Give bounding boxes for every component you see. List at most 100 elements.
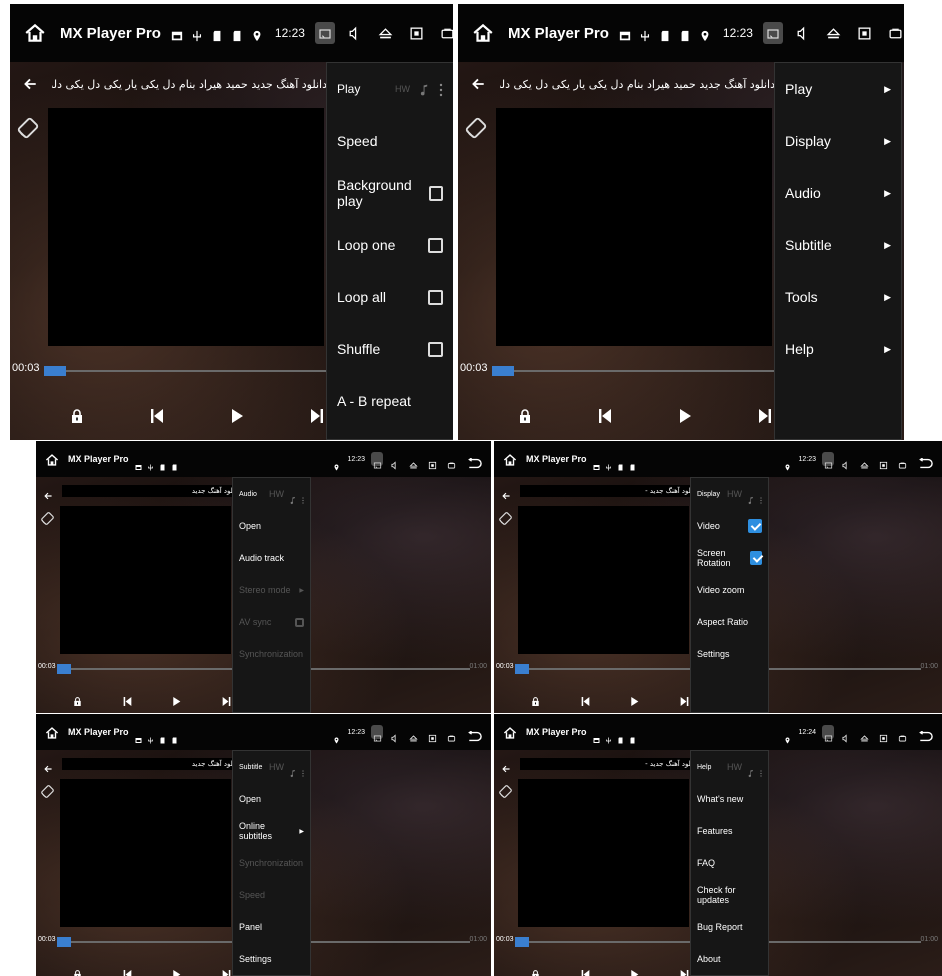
previous-button[interactable] bbox=[598, 407, 612, 425]
lock-button[interactable] bbox=[518, 407, 532, 425]
play-button[interactable] bbox=[230, 407, 244, 425]
home-icon[interactable] bbox=[503, 452, 517, 466]
menu-item-subtitle[interactable]: Subtitle ▶ bbox=[775, 219, 901, 271]
cast-button[interactable] bbox=[371, 452, 383, 468]
menu-item-screen-rotation[interactable]: Screen Rotation bbox=[691, 542, 768, 574]
previous-button[interactable] bbox=[581, 965, 590, 976]
volume-icon[interactable] bbox=[347, 26, 362, 41]
menu-item-about[interactable]: About bbox=[691, 943, 768, 975]
menu-item-video[interactable]: Video bbox=[691, 510, 768, 542]
eject-icon[interactable] bbox=[860, 728, 869, 741]
next-button[interactable] bbox=[222, 692, 231, 706]
screenshot-icon[interactable] bbox=[857, 26, 872, 41]
previous-button[interactable] bbox=[123, 965, 132, 976]
menu-item-loop-all[interactable]: Loop all bbox=[327, 271, 453, 323]
screenshot-icon[interactable] bbox=[409, 26, 424, 41]
back-arrow-icon[interactable] bbox=[501, 759, 511, 772]
rotate-button[interactable] bbox=[16, 116, 40, 140]
previous-button[interactable] bbox=[581, 692, 590, 706]
menu-item-checkbox[interactable] bbox=[749, 551, 762, 565]
back-arrow-icon[interactable] bbox=[43, 759, 53, 772]
more-options-icon[interactable] bbox=[302, 763, 304, 777]
back-arrow-icon[interactable] bbox=[470, 76, 486, 92]
back-nav-icon[interactable] bbox=[466, 454, 482, 468]
home-icon[interactable] bbox=[45, 452, 59, 466]
lock-button[interactable] bbox=[531, 965, 540, 976]
lock-button[interactable] bbox=[70, 407, 84, 425]
menu-item-play[interactable]: Play ▶ bbox=[775, 63, 901, 115]
eject-icon[interactable] bbox=[826, 26, 841, 41]
menu-item-features[interactable]: Features bbox=[691, 815, 768, 847]
next-button[interactable] bbox=[310, 407, 324, 425]
lock-button[interactable] bbox=[73, 692, 82, 706]
volume-icon[interactable] bbox=[390, 455, 399, 470]
cast-button[interactable] bbox=[822, 452, 834, 468]
previous-button[interactable] bbox=[123, 692, 132, 706]
more-options-icon[interactable] bbox=[439, 82, 443, 97]
more-options-icon[interactable] bbox=[760, 763, 762, 777]
rotate-button[interactable] bbox=[464, 116, 488, 140]
menu-item-panel[interactable]: Panel bbox=[233, 911, 310, 943]
back-nav-icon[interactable] bbox=[917, 454, 933, 468]
menu-item-audio[interactable]: Audio ▶ bbox=[775, 167, 901, 219]
video-surface[interactable] bbox=[518, 779, 689, 927]
cast-button[interactable] bbox=[762, 22, 783, 44]
volume-icon[interactable] bbox=[390, 728, 399, 743]
menu-item-background-play[interactable]: Background play bbox=[327, 167, 453, 219]
cast-button[interactable] bbox=[314, 22, 335, 44]
menu-item-check-for-updates[interactable]: Check for updates bbox=[691, 879, 768, 911]
menu-item-video-zoom[interactable]: Video zoom bbox=[691, 574, 768, 606]
video-surface[interactable] bbox=[496, 108, 772, 346]
menu-item-checkbox[interactable] bbox=[428, 289, 443, 305]
recents-icon[interactable] bbox=[447, 455, 456, 468]
rotate-button[interactable] bbox=[498, 784, 513, 799]
menu-item-faq[interactable]: FAQ bbox=[691, 847, 768, 879]
menu-item-checkbox[interactable] bbox=[748, 519, 762, 533]
play-button[interactable] bbox=[678, 407, 692, 425]
back-arrow-icon[interactable] bbox=[43, 486, 53, 499]
back-arrow-icon[interactable] bbox=[22, 76, 38, 92]
screenshot-icon[interactable] bbox=[879, 728, 888, 742]
home-icon[interactable] bbox=[45, 725, 59, 739]
back-nav-icon[interactable] bbox=[917, 727, 933, 741]
menu-item-checkbox[interactable] bbox=[429, 185, 443, 201]
eject-icon[interactable] bbox=[409, 455, 418, 468]
volume-icon[interactable] bbox=[795, 26, 810, 41]
play-button[interactable] bbox=[630, 965, 639, 976]
menu-item-online-subtitles[interactable]: Online subtitles ▶ bbox=[233, 815, 310, 847]
rotate-button[interactable] bbox=[40, 511, 55, 526]
lock-button[interactable] bbox=[73, 965, 82, 976]
home-icon[interactable] bbox=[24, 22, 46, 44]
screenshot-icon[interactable] bbox=[879, 455, 888, 469]
cast-button[interactable] bbox=[371, 725, 383, 741]
menu-item-open[interactable]: Open bbox=[233, 783, 310, 815]
eject-icon[interactable] bbox=[378, 26, 393, 41]
cast-button[interactable] bbox=[822, 725, 834, 741]
menu-item-settings[interactable]: Settings bbox=[691, 638, 768, 670]
menu-item-what-s-new[interactable]: What's new bbox=[691, 783, 768, 815]
previous-button[interactable] bbox=[150, 407, 164, 425]
menu-item-loop-one[interactable]: Loop one bbox=[327, 219, 453, 271]
menu-item-aspect-ratio[interactable]: Aspect Ratio bbox=[691, 606, 768, 638]
volume-icon[interactable] bbox=[841, 455, 850, 470]
video-surface[interactable] bbox=[60, 779, 231, 927]
video-surface[interactable] bbox=[60, 506, 231, 654]
play-button[interactable] bbox=[172, 965, 181, 976]
menu-item-shuffle[interactable]: Shuffle bbox=[327, 323, 453, 375]
video-surface[interactable] bbox=[48, 108, 324, 346]
home-icon[interactable] bbox=[472, 22, 494, 44]
back-nav-icon[interactable] bbox=[466, 727, 482, 741]
menu-item-open[interactable]: Open bbox=[233, 510, 310, 542]
next-button[interactable] bbox=[758, 407, 772, 425]
rotate-button[interactable] bbox=[498, 511, 513, 526]
menu-item-display[interactable]: Display ▶ bbox=[775, 115, 901, 167]
menu-item-bug-report[interactable]: Bug Report bbox=[691, 911, 768, 943]
eject-icon[interactable] bbox=[409, 728, 418, 741]
video-surface[interactable] bbox=[518, 506, 689, 654]
back-arrow-icon[interactable] bbox=[501, 486, 511, 499]
eject-icon[interactable] bbox=[860, 455, 869, 468]
recents-icon[interactable] bbox=[888, 26, 903, 41]
home-icon[interactable] bbox=[503, 725, 517, 739]
lock-button[interactable] bbox=[531, 692, 540, 706]
next-button[interactable] bbox=[680, 692, 689, 706]
